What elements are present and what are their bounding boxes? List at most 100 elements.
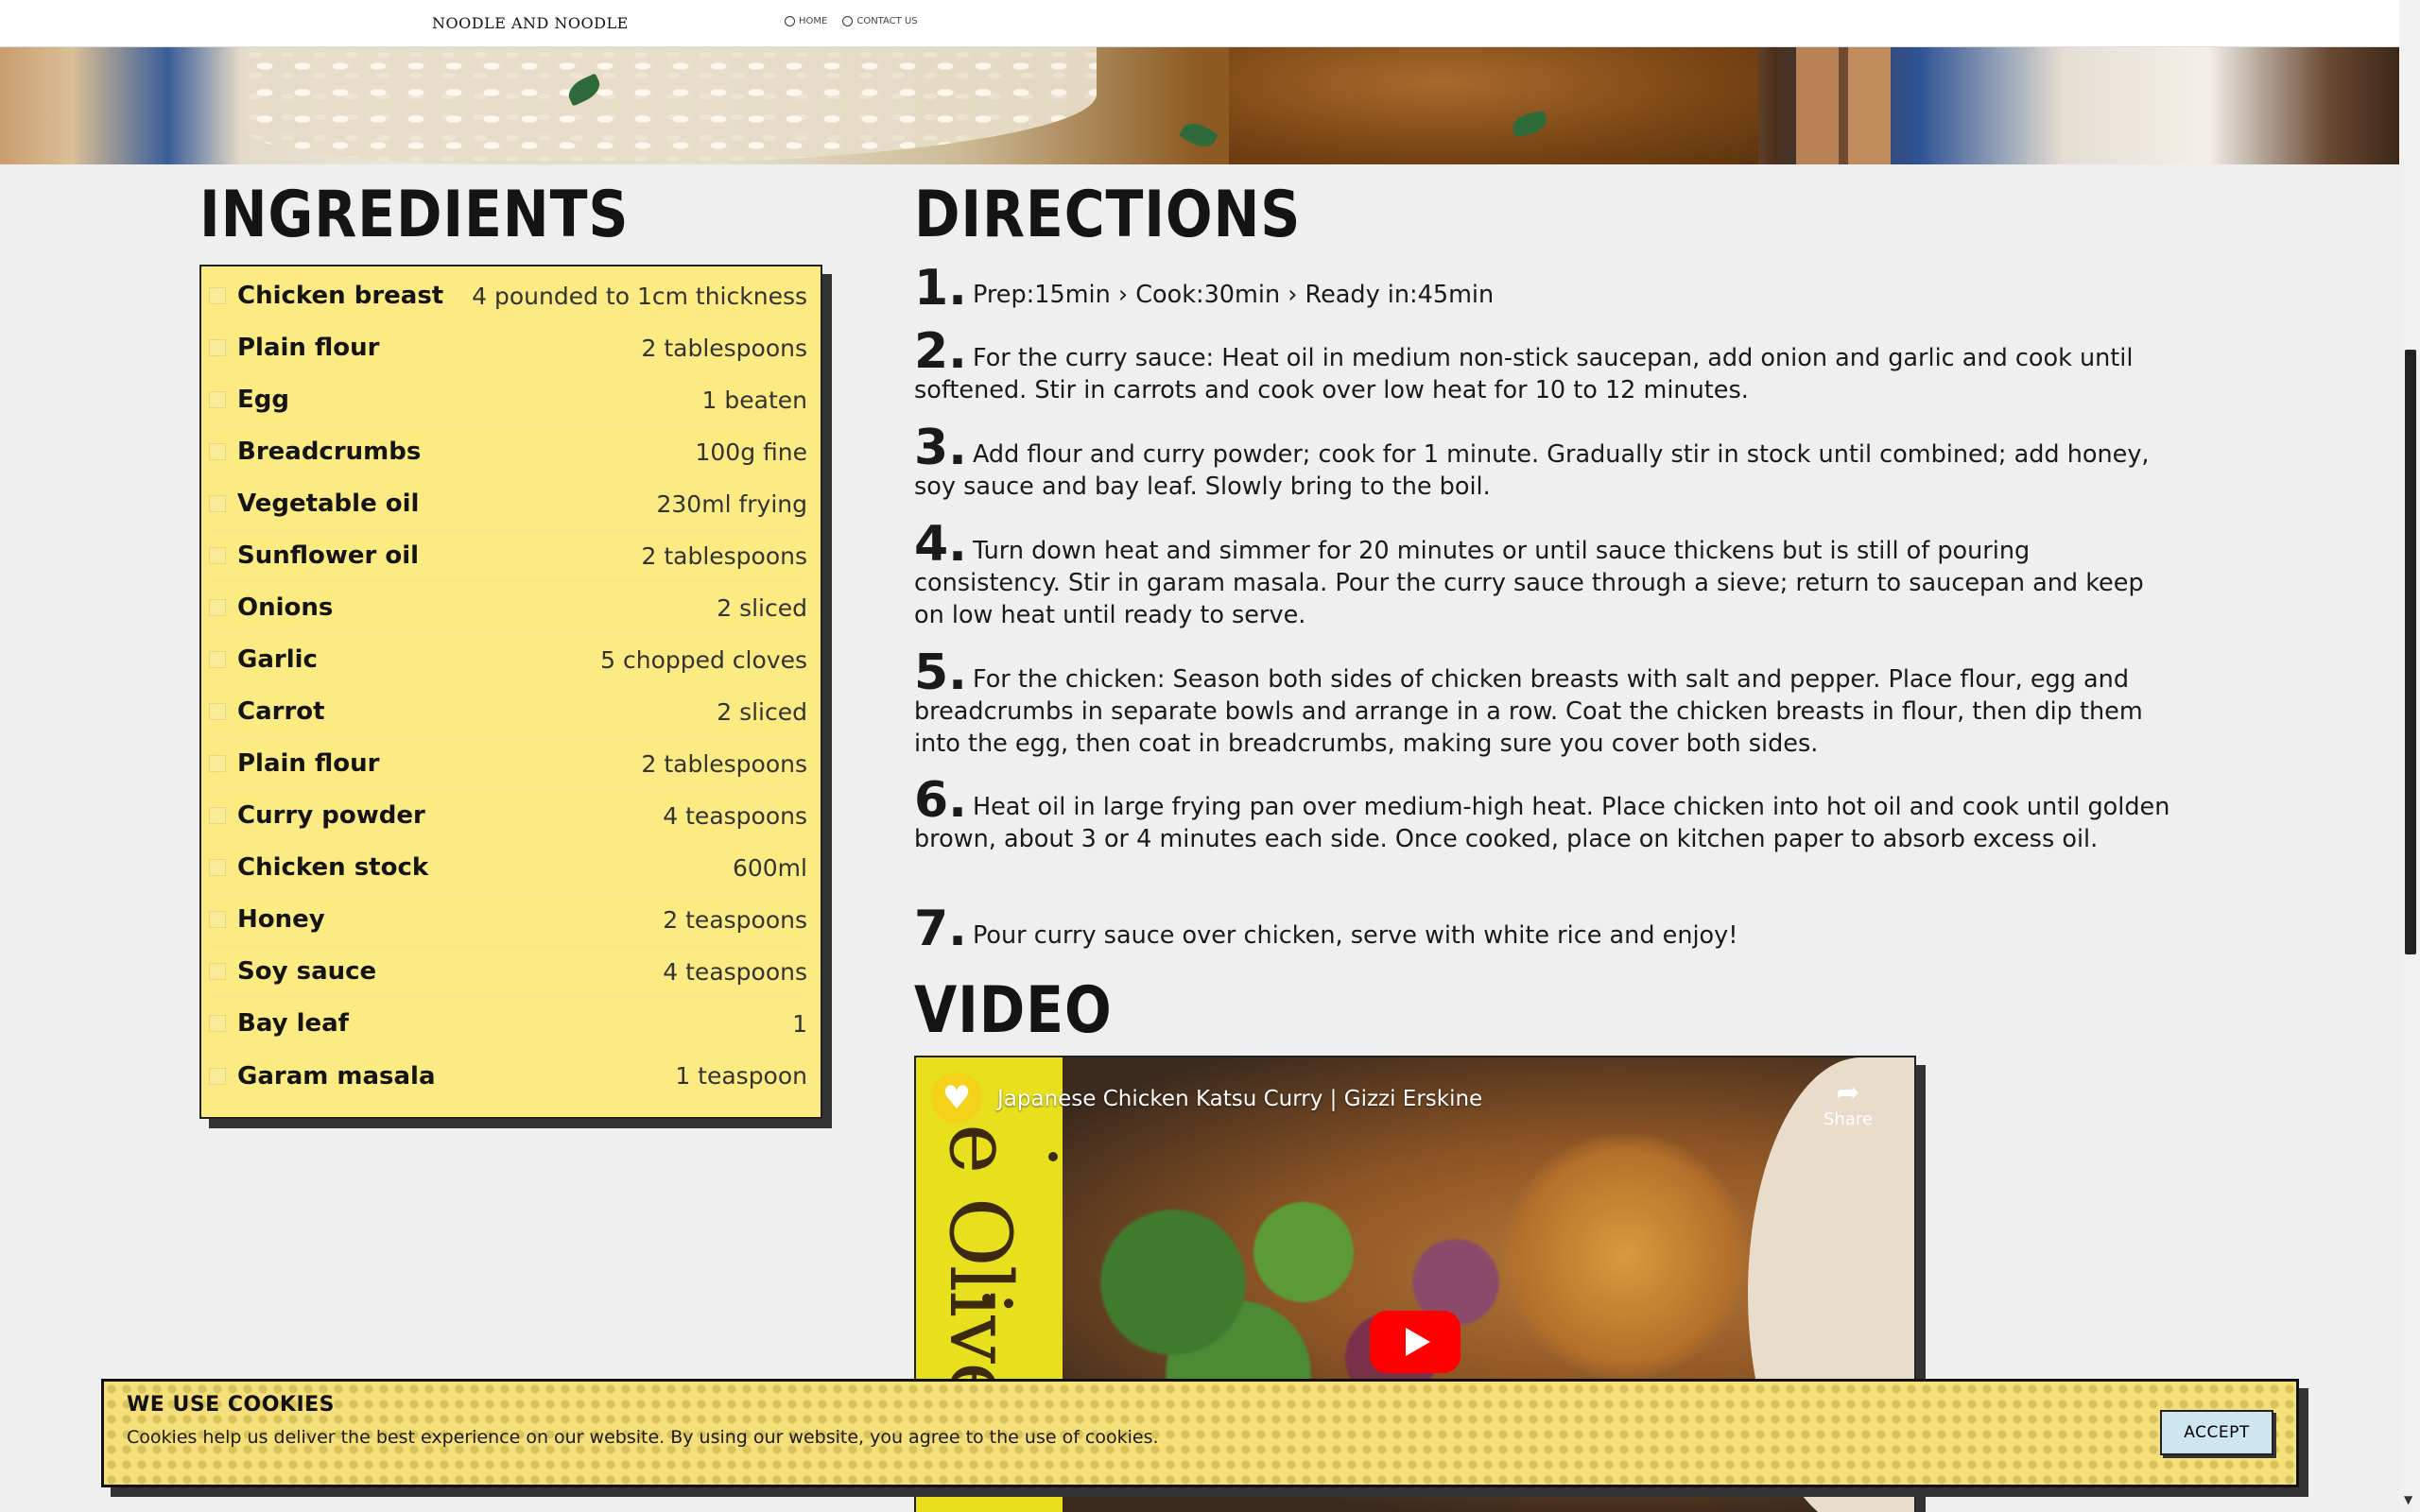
step-number: 1. <box>914 260 967 317</box>
ingredient-checkbox[interactable] <box>209 911 226 928</box>
ingredient-qty: 2 tablespoons <box>641 541 807 570</box>
ingredients-heading: INGREDIENTS <box>199 178 630 252</box>
share-label: Share <box>1824 1109 1873 1129</box>
step-text: Turn down heat and simmer for 20 minutes… <box>914 537 2144 629</box>
ingredient-qty: 2 sliced <box>717 697 807 726</box>
hero-chopsticks <box>1796 47 1891 164</box>
nav-link-home[interactable]: HOME <box>785 16 827 26</box>
step-text: Heat oil in large frying pan over medium… <box>914 793 2170 853</box>
ingredient-row: Onions 2 sliced <box>209 582 807 634</box>
scrollbar-thumb[interactable] <box>2405 350 2416 954</box>
ingredient-checkbox[interactable] <box>209 495 226 512</box>
step-number: 3. <box>914 420 967 476</box>
ingredient-checkbox[interactable] <box>209 599 226 616</box>
ingredient-row: Sunflower oil 2 tablespoons <box>209 530 807 582</box>
ingredient-checkbox[interactable] <box>209 391 226 408</box>
ingredient-qty: 2 teaspoons <box>663 905 807 934</box>
step-text: Pour curry sauce over chicken, serve wit… <box>972 921 1738 950</box>
share-arrow-icon: ➦ <box>1836 1076 1860 1109</box>
ingredient-name: Sunflower oil <box>237 541 420 570</box>
ingredient-qty: 1 <box>792 1009 807 1038</box>
ingredient-checkbox[interactable] <box>209 963 226 980</box>
hero-sauce <box>1229 47 1758 164</box>
video-title[interactable]: Japanese Chicken Katsu Curry | Gizzi Ers… <box>997 1087 1482 1111</box>
ingredient-row: Carrot 2 sliced <box>209 686 807 738</box>
site-brand[interactable]: NOODLE AND NOODLE <box>432 14 629 32</box>
ingredient-name: Vegetable oil <box>237 490 420 518</box>
radio-icon <box>842 16 854 26</box>
step-text: Add flour and curry powder; cook for 1 m… <box>914 440 2150 501</box>
ingredient-name: Chicken breast <box>237 282 444 310</box>
ingredient-row: Honey 2 teaspoons <box>209 894 807 946</box>
cookie-text: Cookies help us deliver the best experie… <box>127 1427 1159 1448</box>
ingredient-name: Bay leaf <box>237 1009 349 1038</box>
ingredient-qty: 4 teaspoons <box>663 957 807 986</box>
ingredient-name: Garlic <box>237 645 318 674</box>
ingredient-checkbox[interactable] <box>209 339 226 356</box>
radio-icon <box>785 16 795 26</box>
channel-heart-icon[interactable]: ♥ <box>931 1073 982 1124</box>
video-chicken <box>1502 1133 1748 1379</box>
ingredient-name: Honey <box>237 905 325 934</box>
ingredient-row: Garam masala 1 teaspoon <box>209 1050 807 1102</box>
ingredient-row: Plain flour 2 tablespoons <box>209 322 807 374</box>
ingredient-name: Egg <box>237 386 289 414</box>
decor-dot <box>1048 1152 1058 1161</box>
ingredient-row: Curry powder 4 teaspoons <box>209 790 807 842</box>
ingredient-checkbox[interactable] <box>209 703 226 720</box>
nav-links: HOME CONTACT US <box>785 16 918 26</box>
ingredient-checkbox[interactable] <box>209 443 226 460</box>
ingredient-name: Garam masala <box>237 1061 436 1091</box>
ingredient-qty: 5 chopped cloves <box>600 645 807 674</box>
nav-link-label: HOME <box>799 16 828 26</box>
hero-herb <box>1178 117 1219 153</box>
ingredient-name: Carrot <box>237 697 325 726</box>
step-number: 4. <box>914 516 967 573</box>
ingredient-qty: 1 teaspoon <box>675 1062 807 1090</box>
ingredient-name: Soy sauce <box>237 957 377 986</box>
step-number: 5. <box>914 644 967 701</box>
step-number: 7. <box>914 901 967 957</box>
ingredient-qty: 100g fine <box>695 438 807 466</box>
ingredient-name: Chicken stock <box>237 853 429 882</box>
ingredient-checkbox[interactable] <box>209 755 226 772</box>
ingredients-card: Chicken breast 4 pounded to 1cm thicknes… <box>199 265 822 1119</box>
scroll-down-icon[interactable]: ▼ <box>2404 1493 2412 1506</box>
ingredient-name: Plain flour <box>237 334 380 362</box>
ingredient-checkbox[interactable] <box>209 287 226 304</box>
ingredient-name: Breadcrumbs <box>237 438 422 466</box>
direction-step: 6. Heat oil in large frying pan over medi… <box>914 776 2171 855</box>
ingredient-row: Plain flour 2 tablespoons <box>209 738 807 790</box>
ingredient-checkbox[interactable] <box>209 807 226 824</box>
video-heading: VIDEO <box>914 973 1113 1048</box>
share-button[interactable]: ➦ Share <box>1824 1076 1873 1129</box>
ingredient-row: Chicken stock 600ml <box>209 842 807 894</box>
accept-cookies-button[interactable]: ACCEPT <box>2160 1410 2273 1455</box>
ingredient-row: Bay leaf 1 <box>209 998 807 1050</box>
cookie-banner: WE USE COOKIES Cookies help us deliver t… <box>101 1379 2299 1487</box>
ingredient-checkbox[interactable] <box>209 547 226 564</box>
ingredient-checkbox[interactable] <box>209 859 226 876</box>
direction-step: 7. Pour curry sauce over chicken, serve w… <box>914 904 2171 954</box>
ingredient-checkbox[interactable] <box>209 1067 226 1085</box>
ingredient-qty: 4 pounded to 1cm thickness <box>472 282 807 310</box>
ingredient-row: Breadcrumbs 100g fine <box>209 426 807 478</box>
play-button[interactable] <box>1370 1311 1461 1373</box>
step-text: Prep:15min › Cook:30min › Ready in:45min <box>972 281 1495 309</box>
ingredient-checkbox[interactable] <box>209 651 226 668</box>
ingredient-checkbox[interactable] <box>209 1015 226 1032</box>
direction-step: 5. For the chicken: Season both sides of … <box>914 648 2171 760</box>
ingredient-qty: 1 beaten <box>701 386 807 414</box>
ingredient-qty: 600ml <box>732 853 807 882</box>
hero-image <box>0 47 2399 164</box>
ingredient-row: Soy sauce 4 teaspoons <box>209 946 807 998</box>
ingredient-qty: 4 teaspoons <box>663 801 807 830</box>
ingredient-row: Garlic 5 chopped cloves <box>209 634 807 686</box>
ingredient-name: Curry powder <box>237 801 425 830</box>
ingredient-name: Plain flour <box>237 749 380 778</box>
ingredient-qty: 2 tablespoons <box>641 749 807 778</box>
step-text: For the curry sauce: Heat oil in medium … <box>914 344 2134 404</box>
cookie-title: WE USE COOKIES <box>127 1393 336 1417</box>
step-number: 2. <box>914 323 967 380</box>
nav-link-contact[interactable]: CONTACT US <box>842 16 918 26</box>
